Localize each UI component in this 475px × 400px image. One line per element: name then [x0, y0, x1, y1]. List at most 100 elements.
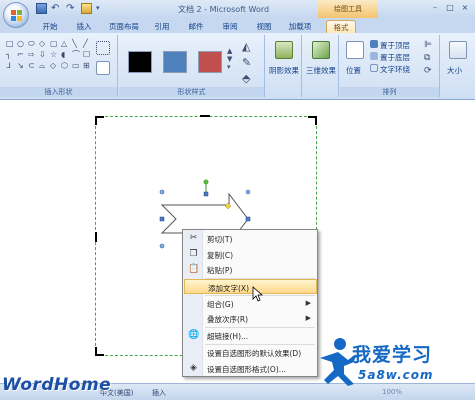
menu-item-add-text[interactable]: 添加文字(X)	[184, 279, 317, 294]
tab-insert[interactable]: 插入	[72, 20, 96, 33]
tab-references[interactable]: 引用	[150, 20, 174, 33]
tab-mailings[interactable]: 邮件	[184, 20, 208, 33]
shadow-effects-label: 阴影效果	[269, 66, 299, 75]
arrange-label: 排列	[340, 87, 439, 97]
shape-gallery-item[interactable]: ┐	[6, 50, 15, 59]
threed-effects-icon	[312, 41, 330, 59]
group-icon[interactable]: ⧉	[424, 53, 434, 63]
menu-item-hyperlink-label: 超链接(H)...	[207, 332, 249, 341]
canvas-corner-top-left[interactable]	[95, 116, 104, 125]
shadow-effects-group[interactable]: 阴影效果	[266, 35, 302, 97]
edit-shape-icon[interactable]	[96, 41, 110, 55]
shape-gallery-item[interactable]: ⬭	[28, 39, 37, 48]
shapes-gallery[interactable]: □ ○ ⬭ ◇ ▢ △ ╲ ╱ ┐ ⌐ ⇨ ⇩ ☆ ◖ ⌒ ☐ ᒧ ↘ ⊂ ⌓ ◇ ⬡ ▭ ⊞	[6, 39, 90, 70]
site-watermark: 我爱学习 5a8w.com	[320, 338, 475, 394]
shape-gallery-item[interactable]: ▭	[72, 61, 81, 70]
close-button[interactable]: ×	[459, 3, 471, 13]
minimize-button[interactable]: –	[429, 3, 441, 13]
menu-item-group[interactable]: 组合(G) ▶	[184, 296, 317, 311]
save-icon[interactable]	[36, 3, 47, 14]
canvas-corner-bottom-left[interactable]	[95, 347, 104, 356]
canvas-corner-top-right[interactable]	[308, 116, 317, 125]
tab-home[interactable]: 开始	[38, 20, 62, 33]
shape-gallery-item[interactable]: ☆	[50, 50, 59, 59]
style-swatch-black[interactable]	[128, 51, 152, 73]
outline-pen-icon[interactable]: ✎	[242, 57, 256, 69]
tab-view[interactable]: 视图	[252, 20, 276, 33]
shape-gallery-item[interactable]: ⬡	[61, 61, 70, 70]
wordhome-watermark: WordHome	[2, 375, 112, 395]
shape-gallery-item[interactable]: ↘	[17, 61, 26, 70]
quick-access-toolbar: ↶ ↷ ▾	[34, 3, 107, 14]
menu-item-add-text-label: 添加文字(X)	[208, 284, 249, 293]
submenu-arrow-icon: ▶	[305, 299, 311, 307]
threed-effects-group[interactable]: 三维效果	[303, 35, 339, 97]
menu-item-set-default-effect[interactable]: 设置自选图形的默认效果(D)	[184, 345, 317, 360]
office-button[interactable]	[3, 2, 29, 28]
fill-bucket-icon[interactable]: ◭	[242, 41, 256, 53]
shape-gallery-item[interactable]: ⊞	[83, 61, 92, 70]
position-label[interactable]: 位置	[346, 65, 361, 76]
send-to-back-button[interactable]: 置于底层	[380, 52, 410, 63]
menu-item-hyperlink[interactable]: 🌐 超链接(H)...	[184, 328, 317, 343]
redo-icon[interactable]: ↷	[66, 3, 77, 14]
shape-gallery-item[interactable]: ◇	[50, 61, 59, 70]
open-icon[interactable]	[81, 3, 92, 14]
shape-gallery-item[interactable]: ▢	[50, 39, 59, 48]
rotate-icon[interactable]: ⟳	[424, 66, 434, 76]
position-icon[interactable]	[346, 41, 364, 59]
shape-gallery-item[interactable]: ⇩	[39, 50, 48, 59]
send-to-back-icon	[370, 52, 378, 60]
insert-mode-status[interactable]: 插入	[152, 388, 166, 398]
tab-page-layout[interactable]: 页面布局	[104, 20, 144, 33]
style-swatch-red[interactable]	[198, 51, 222, 73]
style-swatch-blue[interactable]	[163, 51, 187, 73]
shape-gallery-item[interactable]: ⊂	[28, 61, 37, 70]
threed-effects-label: 三维效果	[306, 66, 336, 75]
shape-gallery-item[interactable]: ◖	[61, 50, 70, 59]
text-wrapping-icon	[370, 64, 378, 72]
text-wrapping-button[interactable]: 文字环绕	[380, 64, 410, 75]
customize-qat-icon[interactable]: ▾	[96, 3, 107, 14]
shape-gallery-item[interactable]: ╱	[83, 39, 92, 48]
shape-gallery-item[interactable]: ◇	[39, 39, 48, 48]
shape-gallery-item[interactable]: ⌐	[17, 50, 26, 59]
mouse-cursor-icon	[252, 286, 264, 302]
bring-to-front-button[interactable]: 置于顶层	[380, 40, 410, 51]
tab-addins[interactable]: 加载项	[284, 20, 316, 33]
site-watermark-url: 5a8w.com	[358, 368, 434, 382]
tab-review[interactable]: 审阅	[218, 20, 242, 33]
shape-gallery-item[interactable]: ⌓	[39, 61, 48, 70]
text-box-icon[interactable]	[96, 61, 110, 75]
align-icon[interactable]: ⊫	[424, 40, 434, 50]
shape-gallery-item[interactable]: □	[6, 39, 15, 48]
shape-gallery-item[interactable]: ╲	[72, 39, 81, 48]
shape-gallery-item[interactable]: ⌒	[72, 50, 81, 59]
rotation-handle[interactable]	[203, 179, 209, 185]
canvas-handle-top[interactable]	[200, 115, 210, 117]
menu-item-paste[interactable]: 📋 粘贴(P)	[184, 262, 317, 277]
arrange-group: 位置 置于顶层 置于底层 文字环绕 ⊫ ⧉ ⟳ 排列	[340, 35, 440, 97]
insert-shapes-label: 插入形状	[0, 87, 117, 97]
hyperlink-icon: 🌐	[188, 330, 200, 340]
style-gallery-scroll[interactable]: ▲ ▼ ▾	[227, 47, 232, 71]
shape-gallery-item[interactable]: ⇨	[28, 50, 37, 59]
copy-icon: ❐	[189, 249, 198, 259]
shape-styles-group: ▲ ▼ ▾ ◭ ✎ ⬘ 形状样式	[119, 35, 265, 97]
shape-gallery-item[interactable]: ○	[17, 39, 26, 48]
change-shape-icon[interactable]: ⬘	[242, 73, 256, 85]
size-group[interactable]: 大小	[441, 35, 475, 97]
menu-item-format-shape[interactable]: ◈ 设置自选图形格式(O)...	[184, 361, 317, 376]
tab-format[interactable]: 格式	[326, 20, 356, 33]
shape-gallery-item[interactable]: ᒧ	[6, 61, 15, 70]
shape-gallery-item[interactable]: ☐	[83, 50, 92, 59]
menu-item-order[interactable]: 叠放次序(R) ▶	[184, 311, 317, 326]
undo-icon[interactable]: ↶	[51, 3, 62, 14]
menu-item-copy[interactable]: ❐ 复制(C)	[184, 247, 317, 262]
menu-item-order-label: 叠放次序(R)	[207, 315, 249, 324]
shape-gallery-item[interactable]: △	[61, 39, 70, 48]
canvas-handle-left[interactable]	[95, 232, 97, 242]
menu-item-cut[interactable]: ✂ 剪切(T)	[184, 231, 317, 246]
window-controls: – □ ×	[429, 3, 471, 13]
maximize-button[interactable]: □	[444, 3, 456, 13]
